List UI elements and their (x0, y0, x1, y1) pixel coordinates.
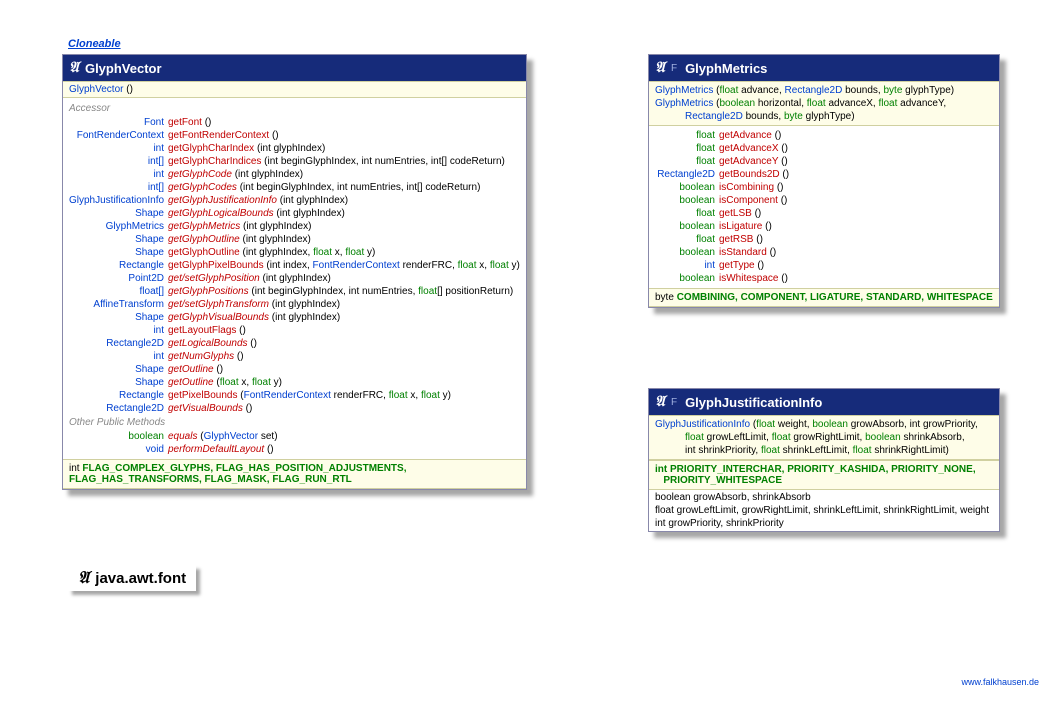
constructor-section: GlyphMetrics (float advance, Rectangle2D… (649, 81, 999, 126)
method-row: Rectangle2DgetVisualBounds () (69, 402, 520, 415)
method-row: intgetType () (655, 259, 993, 272)
class-title: GlyphVector (85, 61, 162, 76)
class-box-gji: 𝔄 F GlyphJustificationInfo GlyphJustific… (648, 388, 1000, 532)
class-icon: 𝔄 (655, 393, 665, 411)
method-row: booleanequals (GlyphVector set) (69, 430, 520, 443)
method-row: int[]getGlyphCharIndices (int beginGlyph… (69, 155, 520, 168)
group-label: Accessor (69, 103, 520, 114)
method-row: Point2Dget/setGlyphPosition (int glyphIn… (69, 272, 520, 285)
class-header: 𝔄 F GlyphJustificationInfo (649, 389, 999, 415)
method-row: GlyphMetricsgetGlyphMetrics (int glyphIn… (69, 220, 520, 233)
package-label: 𝔄 java.awt.font (68, 565, 196, 591)
method-row: float[]getGlyphPositions (int beginGlyph… (69, 285, 520, 298)
constants-section: byte COMBINING, COMPONENT, LIGATURE, STA… (649, 288, 999, 307)
method-row: booleanisStandard () (655, 246, 993, 259)
class-title: GlyphJustificationInfo (685, 395, 822, 410)
method-row: ShapegetGlyphLogicalBounds (int glyphInd… (69, 207, 520, 220)
method-row: booleanisCombining () (655, 181, 993, 194)
footer-link[interactable]: www.falkhausen.de (961, 677, 1039, 687)
method-row: intgetNumGlyphs () (69, 350, 520, 363)
method-row: ShapegetGlyphVisualBounds (int glyphInde… (69, 311, 520, 324)
method-row: Rectangle2DgetLogicalBounds () (69, 337, 520, 350)
method-row: ShapegetGlyphOutline (int glyphIndex, fl… (69, 246, 520, 259)
method-row: ShapegetOutline (float x, float y) (69, 376, 520, 389)
method-row: ShapegetGlyphOutline (int glyphIndex) (69, 233, 520, 246)
method-row: FontgetFont () (69, 116, 520, 129)
constants-section: int PRIORITY_INTERCHAR, PRIORITY_KASHIDA… (649, 460, 999, 490)
class-header: 𝔄 GlyphVector (63, 55, 526, 81)
modifier: F (671, 63, 677, 74)
method-row: RectanglegetGlyphPixelBounds (int index,… (69, 259, 520, 272)
class-header: 𝔄 F GlyphMetrics (649, 55, 999, 81)
constructor-section: GlyphJustificationInfo (float weight, bo… (649, 415, 999, 460)
method-row: floatgetLSB () (655, 207, 993, 220)
method-row: intgetLayoutFlags () (69, 324, 520, 337)
method-row: GlyphJustificationInfogetGlyphJustificat… (69, 194, 520, 207)
method-row: voidperformDefaultLayout () (69, 443, 520, 456)
method-row: Rectangle2DgetBounds2D () (655, 168, 993, 181)
method-row: floatgetRSB () (655, 233, 993, 246)
method-row: RectanglegetPixelBounds (FontRenderConte… (69, 389, 520, 402)
method-row: floatgetAdvanceY () (655, 155, 993, 168)
modifier: F (671, 397, 677, 408)
method-row: booleanisComponent () (655, 194, 993, 207)
package-icon: 𝔄 (78, 568, 89, 588)
method-row: floatgetAdvanceX () (655, 142, 993, 155)
method-row: AffineTransformget/setGlyphTransform (in… (69, 298, 520, 311)
method-row: FontRenderContextgetFontRenderContext () (69, 129, 520, 142)
accessor-section: Accessor FontgetFont ()FontRenderContext… (63, 98, 526, 459)
class-title: GlyphMetrics (685, 61, 767, 76)
method-row: booleanisWhitespace () (655, 272, 993, 285)
cloneable-link[interactable]: Cloneable (68, 38, 121, 50)
class-icon: 𝔄 (655, 59, 665, 77)
class-box-glyphmetrics: 𝔄 F GlyphMetrics GlyphMetrics (float adv… (648, 54, 1000, 308)
group-label: Other Public Methods (69, 417, 520, 428)
constants-section: int FLAG_COMPLEX_GLYPHS, FLAG_HAS_POSITI… (63, 459, 526, 489)
method-row: int[]getGlyphCodes (int beginGlyphIndex,… (69, 181, 520, 194)
method-row: booleanisLigature () (655, 220, 993, 233)
methods-section: floatgetAdvance ()floatgetAdvanceX ()flo… (649, 126, 999, 288)
method-row: ShapegetOutline () (69, 363, 520, 376)
class-box-glyphvector: 𝔄 GlyphVector GlyphVector () Accessor Fo… (62, 54, 527, 490)
method-row: floatgetAdvance () (655, 129, 993, 142)
method-row: intgetGlyphCharIndex (int glyphIndex) (69, 142, 520, 155)
class-icon: 𝔄 (69, 59, 79, 77)
fields-section: boolean growAbsorb, shrinkAbsorb float g… (649, 490, 999, 531)
constructor-section: GlyphVector () (63, 81, 526, 98)
method-row: intgetGlyphCode (int glyphIndex) (69, 168, 520, 181)
